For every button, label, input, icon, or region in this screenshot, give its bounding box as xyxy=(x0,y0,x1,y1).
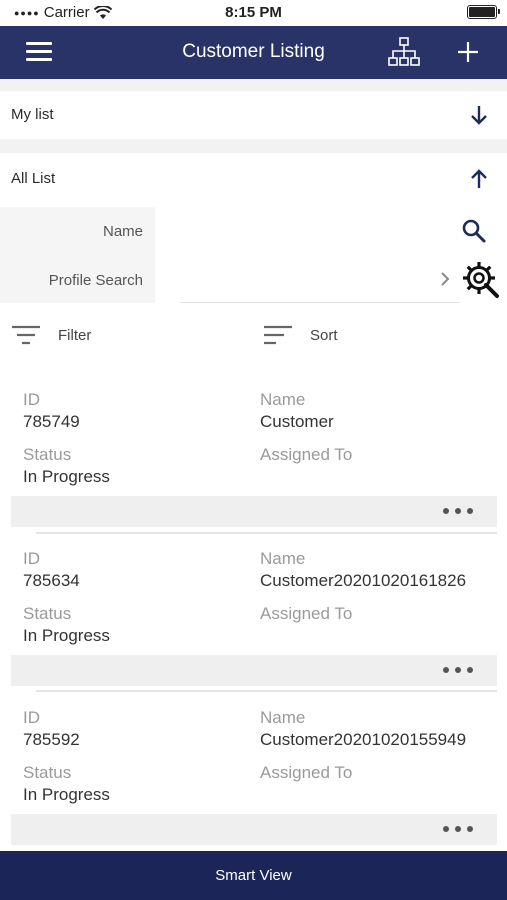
status-value: In Progress xyxy=(23,467,110,486)
page-title: Customer Listing xyxy=(182,41,325,62)
sort-icon xyxy=(264,325,292,345)
name-label: Name xyxy=(260,390,306,409)
more-options-icon[interactable] xyxy=(443,663,473,677)
list-item[interactable]: ID 785749 Name Customer Status In Progre… xyxy=(11,376,497,530)
card-footer xyxy=(11,814,497,845)
status-label: Status xyxy=(23,763,72,782)
id-label: ID xyxy=(23,549,40,568)
filter-button[interactable]: Filter xyxy=(11,322,131,348)
add-icon[interactable] xyxy=(456,40,480,64)
my-list-label: My list xyxy=(11,106,54,123)
navigation-bar: Customer Listing xyxy=(0,26,507,79)
id-value: 785749 xyxy=(23,412,80,431)
chevron-right-icon xyxy=(441,272,450,286)
name-label: Name xyxy=(260,549,306,568)
profile-search-label: Profile Search xyxy=(48,272,143,289)
smart-view-button[interactable]: Smart View xyxy=(0,851,507,900)
assigned-to-label: Assigned To xyxy=(260,604,353,623)
search-icon[interactable] xyxy=(461,218,487,244)
assigned-to-label: Assigned To xyxy=(260,445,353,464)
id-value: 785592 xyxy=(23,730,80,749)
id-value: 785634 xyxy=(23,571,80,590)
filter-label: Filter xyxy=(58,326,92,344)
name-value: Customer xyxy=(260,412,334,431)
id-label: ID xyxy=(23,708,40,727)
gear-search-icon[interactable] xyxy=(461,260,501,298)
card-footer xyxy=(11,496,497,527)
status-label: Status xyxy=(23,445,72,464)
status-label: Status xyxy=(23,604,72,623)
assigned-to-label: Assigned To xyxy=(260,763,353,782)
my-list-row[interactable]: My list xyxy=(0,91,507,139)
divider xyxy=(36,532,497,534)
more-options-icon[interactable] xyxy=(443,822,473,836)
status-value: In Progress xyxy=(23,626,110,645)
list-item[interactable]: ID 785592 Name Customer20201020155949 St… xyxy=(11,694,497,848)
arrow-down-icon[interactable] xyxy=(467,103,491,127)
hierarchy-icon[interactable] xyxy=(388,37,420,67)
divider xyxy=(180,302,460,303)
profile-search-row[interactable] xyxy=(160,258,460,302)
arrow-up-icon[interactable] xyxy=(467,167,491,191)
sort-label: Sort xyxy=(310,326,338,344)
spacer xyxy=(0,139,507,153)
divider xyxy=(36,690,497,692)
name-search-input[interactable] xyxy=(160,210,450,250)
name-label: Name xyxy=(260,708,306,727)
all-list-label: All List xyxy=(11,170,56,187)
card-footer xyxy=(11,655,497,686)
sort-button[interactable]: Sort xyxy=(263,322,383,348)
more-options-icon[interactable] xyxy=(443,504,473,518)
spacer xyxy=(0,79,507,91)
smart-view-label: Smart View xyxy=(215,867,292,884)
search-panel: Name Profile Search xyxy=(0,207,155,303)
status-value: In Progress xyxy=(23,785,110,804)
filter-icon xyxy=(12,325,40,345)
id-label: ID xyxy=(23,390,40,409)
name-value: Customer20201020155949 xyxy=(260,730,467,749)
list-item[interactable]: ID 785634 Name Customer20201020161826 St… xyxy=(11,535,497,689)
all-list-row[interactable]: All List xyxy=(0,155,507,203)
battery-icon xyxy=(467,5,500,19)
clock: 8:15 PM xyxy=(225,4,282,21)
status-bar: ●●●● Carrier 8:15 PM xyxy=(0,0,507,26)
name-value: Customer20201020161826 xyxy=(260,571,467,590)
name-search-label: Name xyxy=(102,223,143,240)
